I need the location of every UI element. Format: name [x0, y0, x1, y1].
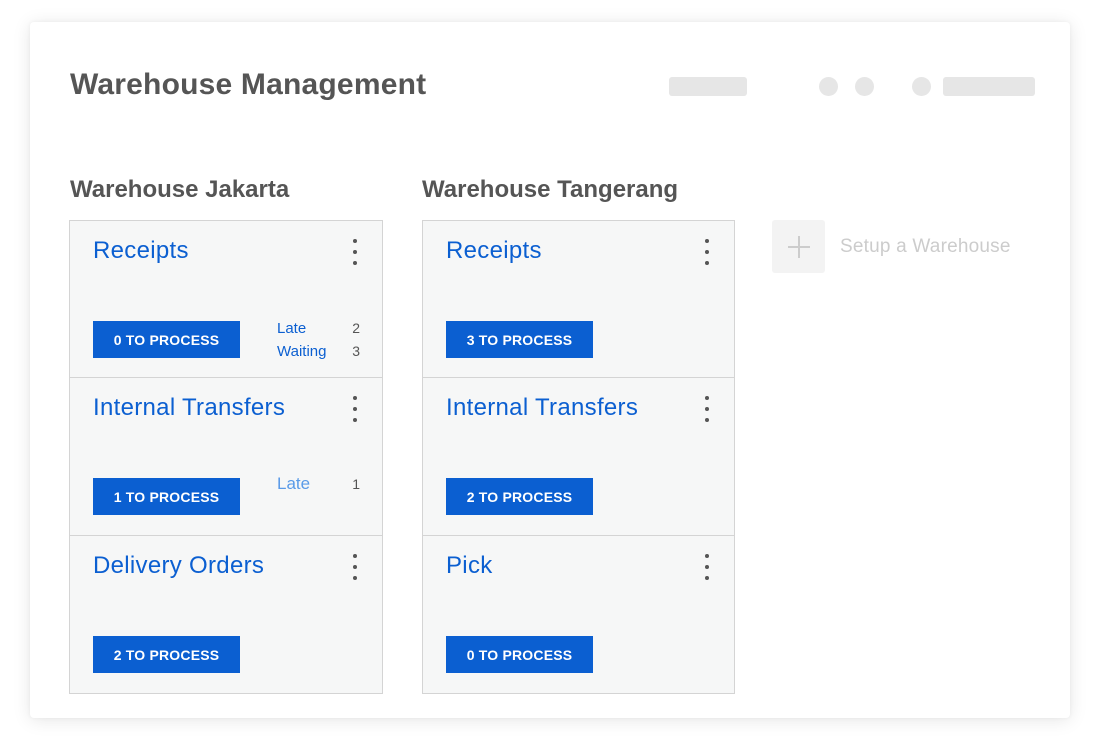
stat-value-late: 2: [352, 320, 360, 336]
plus-icon[interactable]: [772, 220, 825, 273]
page-title: Warehouse Management: [70, 68, 427, 101]
header-placeholder-menu[interactable]: [669, 77, 747, 96]
header-placeholder-icon[interactable]: [855, 77, 874, 96]
to-process-button[interactable]: 1 TO PROCESS: [93, 478, 240, 515]
stat-value-late: 1: [352, 476, 360, 492]
operation-title[interactable]: Internal Transfers: [93, 394, 285, 422]
header-placeholder-icon[interactable]: [819, 77, 838, 96]
to-process-button[interactable]: 2 TO PROCESS: [446, 478, 593, 515]
user-avatar-placeholder[interactable]: [912, 77, 931, 96]
more-options-icon[interactable]: [704, 554, 710, 580]
to-process-button[interactable]: 0 TO PROCESS: [93, 321, 240, 358]
operation-card-receipts: Receipts 0 TO PROCESS Late 2 Waiting 3: [69, 220, 383, 378]
more-options-icon[interactable]: [704, 239, 710, 265]
to-process-button[interactable]: 0 TO PROCESS: [446, 636, 593, 673]
warehouse-name: Warehouse Tangerang: [422, 176, 679, 203]
more-options-icon[interactable]: [352, 239, 358, 265]
app-window: Warehouse Management Warehouse Jakarta R…: [30, 22, 1070, 718]
to-process-button[interactable]: 3 TO PROCESS: [446, 321, 593, 358]
setup-warehouse-label[interactable]: Setup a Warehouse: [840, 236, 1011, 258]
operation-card-delivery-orders: Delivery Orders 2 TO PROCESS: [69, 535, 383, 694]
operation-card-internal-transfers: Internal Transfers 1 TO PROCESS Late 1: [69, 377, 383, 536]
operation-title[interactable]: Receipts: [446, 237, 542, 265]
warehouse-name: Warehouse Jakarta: [70, 176, 290, 203]
warehouse-column-tangerang: Receipts 3 TO PROCESS Internal Transfers…: [422, 220, 735, 694]
setup-warehouse-button[interactable]: Setup a Warehouse: [772, 220, 1011, 273]
to-process-button[interactable]: 2 TO PROCESS: [93, 636, 240, 673]
operation-title[interactable]: Pick: [446, 552, 493, 580]
warehouse-column-jakarta: Receipts 0 TO PROCESS Late 2 Waiting 3 I…: [69, 220, 383, 694]
operation-card-pick: Pick 0 TO PROCESS: [422, 535, 735, 694]
stat-label-late[interactable]: Late: [277, 474, 310, 494]
stat-label-late[interactable]: Late: [277, 320, 306, 337]
operation-title[interactable]: Internal Transfers: [446, 394, 638, 422]
more-options-icon[interactable]: [352, 554, 358, 580]
stat-label-waiting[interactable]: Waiting: [277, 343, 326, 360]
more-options-icon[interactable]: [352, 396, 358, 422]
operation-title[interactable]: Receipts: [93, 237, 189, 265]
stat-value-waiting: 3: [352, 343, 360, 359]
user-name-placeholder[interactable]: [943, 77, 1035, 96]
operation-title[interactable]: Delivery Orders: [93, 552, 264, 580]
operation-card-receipts: Receipts 3 TO PROCESS: [422, 220, 735, 378]
operation-card-internal-transfers: Internal Transfers 2 TO PROCESS: [422, 377, 735, 536]
more-options-icon[interactable]: [704, 396, 710, 422]
